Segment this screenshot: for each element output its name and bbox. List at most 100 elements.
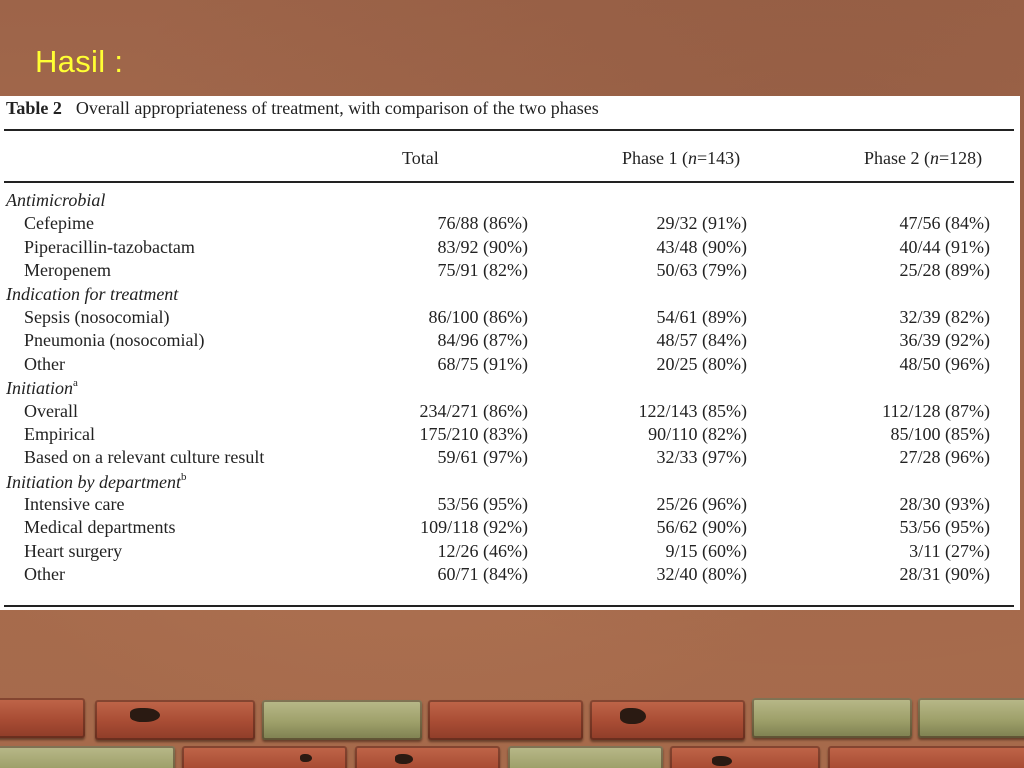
section-header-row: Antimicrobial [0, 190, 1020, 213]
brick-crack-decoration [620, 708, 646, 724]
table-row: Pneumonia (nosocomial) 84/96 (87%) 48/57 (… [0, 330, 1020, 353]
section-header-row: Initiation by departmentb [0, 471, 1020, 494]
cell-phase1: 25/26 (96%) [656, 494, 747, 515]
row-label: Intensive care [24, 494, 125, 515]
table-row: Cefepime 76/88 (86%) 29/32 (91%) 47/56 (84%… [0, 213, 1020, 236]
cell-total: 12/26 (46%) [437, 540, 528, 561]
brick-decoration [428, 700, 583, 740]
cell-phase2: 53/56 (95%) [899, 517, 990, 538]
row-label: Pneumonia (nosocomial) [24, 330, 205, 351]
row-label: Overall [24, 400, 78, 421]
cell-phase2: 48/50 (96%) [899, 353, 990, 374]
table-panel: Table 2 Overall appropriateness of treatm… [0, 96, 1020, 610]
cell-phase1: 29/32 (91%) [656, 213, 747, 234]
cell-phase2: 112/128 (87%) [882, 400, 990, 421]
table-row: Based on a relevant culture result 59/61 … [0, 447, 1020, 470]
cell-total: 68/75 (91%) [437, 353, 528, 374]
cell-phase1: 90/110 (82%) [648, 423, 747, 444]
table-body: Antimicrobial Cefepime 76/88 (86%) 29/32 (9… [0, 190, 1020, 588]
row-label: Medical departments [24, 517, 176, 538]
cell-total: 75/91 (82%) [437, 260, 528, 281]
brick-decoration [508, 746, 663, 768]
cell-total: 86/100 (86%) [428, 306, 528, 327]
section-label: Initiationa [6, 377, 78, 399]
cell-phase1: 32/40 (80%) [656, 564, 747, 585]
cell-phase1: 54/61 (89%) [656, 306, 747, 327]
table-row: Other 60/71 (84%) 32/40 (80%) 28/31 (90%) [0, 564, 1020, 587]
top-rule [4, 129, 1014, 131]
brick-crack-decoration [712, 756, 732, 766]
cell-phase2: 3/11 (27%) [909, 540, 990, 561]
brick-decoration [0, 698, 85, 738]
brick-decoration [828, 746, 1024, 768]
cell-total: 59/61 (97%) [437, 447, 528, 468]
brick-decoration [0, 746, 175, 768]
brick-decoration [670, 746, 820, 768]
table-caption-text: Overall appropriateness of treatment, wi… [75, 98, 599, 118]
cell-total: 76/88 (86%) [437, 213, 528, 234]
cell-phase1: 32/33 (97%) [656, 447, 747, 468]
table-caption: Table 2 Overall appropriateness of treatm… [6, 98, 599, 119]
brick-decoration [752, 698, 912, 738]
cell-phase2: 27/28 (96%) [899, 447, 990, 468]
footnote-marker: a [73, 377, 78, 390]
table-row: Sepsis (nosocomial) 86/100 (86%) 54/61 (89… [0, 307, 1020, 330]
cell-phase2: 40/44 (91%) [899, 236, 990, 257]
brick-decoration [918, 698, 1024, 738]
row-label: Other [24, 564, 65, 585]
row-label: Empirical [24, 423, 95, 444]
table-row: Other 68/75 (91%) 20/25 (80%) 48/50 (96%) [0, 354, 1020, 377]
cell-total: 84/96 (87%) [437, 330, 528, 351]
cell-phase2: 85/100 (85%) [890, 423, 990, 444]
cell-total: 53/56 (95%) [437, 494, 528, 515]
section-label: Initiation by departmentb [6, 470, 187, 492]
brick-crack-decoration [300, 754, 312, 762]
cell-total: 234/271 (86%) [419, 400, 528, 421]
table-row: Empirical 175/210 (83%) 90/110 (82%) 85/100… [0, 424, 1020, 447]
table-row: Heart surgery 12/26 (46%) 9/15 (60%) 3/11 (… [0, 541, 1020, 564]
cell-phase2: 28/31 (90%) [899, 564, 990, 585]
cell-phase1: 20/25 (80%) [656, 353, 747, 374]
cell-total: 175/210 (83%) [419, 423, 528, 444]
row-label: Cefepime [24, 213, 94, 234]
brick-decoration [95, 700, 255, 740]
cell-total: 109/118 (92%) [420, 517, 528, 538]
footnote-marker: b [180, 470, 187, 483]
brick-decoration [355, 746, 500, 768]
row-label: Other [24, 353, 65, 374]
cell-phase1: 9/15 (60%) [665, 540, 747, 561]
table-row: Meropenem 75/91 (82%) 50/63 (79%) 25/28 (89… [0, 260, 1020, 283]
table-row: Piperacillin-tazobactam 83/92 (90%) 43/48 … [0, 237, 1020, 260]
row-label: Meropenem [24, 260, 111, 281]
cell-total: 60/71 (84%) [437, 564, 528, 585]
brick-border [0, 690, 1024, 768]
brick-crack-decoration [130, 708, 160, 722]
table-label: Table 2 [6, 98, 62, 118]
cell-phase1: 122/143 (85%) [638, 400, 747, 421]
brick-crack-decoration [395, 754, 413, 764]
cell-phase2: 28/30 (93%) [899, 494, 990, 515]
section-label: Indication for treatment [6, 283, 179, 304]
brick-decoration [262, 700, 422, 740]
row-label: Piperacillin-tazobactam [24, 236, 195, 257]
row-label: Based on a relevant culture result [24, 447, 265, 468]
cell-phase1: 50/63 (79%) [656, 260, 747, 281]
cell-phase2: 25/28 (89%) [899, 260, 990, 281]
cell-phase1: 56/62 (90%) [656, 517, 747, 538]
table-row: Medical departments 109/118 (92%) 56/62 (9… [0, 517, 1020, 540]
cell-phase2: 32/39 (82%) [899, 306, 990, 327]
brick-decoration [182, 746, 347, 768]
column-header-phase2: Phase 2 (n=128) [864, 148, 983, 168]
section-header-row: Initiationa [0, 377, 1020, 400]
table-row: Overall 234/271 (86%) 122/143 (85%) 112/128… [0, 401, 1020, 424]
row-label: Heart surgery [24, 540, 123, 561]
table-row: Intensive care 53/56 (95%) 25/26 (96%) 28/3… [0, 494, 1020, 517]
bottom-rule [4, 605, 1014, 607]
section-header-row: Indication for treatment [0, 284, 1020, 307]
cell-phase2: 47/56 (84%) [899, 213, 990, 234]
cell-total: 83/92 (90%) [437, 236, 528, 257]
row-label: Sepsis (nosocomial) [24, 306, 170, 327]
column-header-total: Total [402, 148, 439, 168]
cell-phase1: 48/57 (84%) [656, 330, 747, 351]
header-rule [4, 181, 1014, 183]
